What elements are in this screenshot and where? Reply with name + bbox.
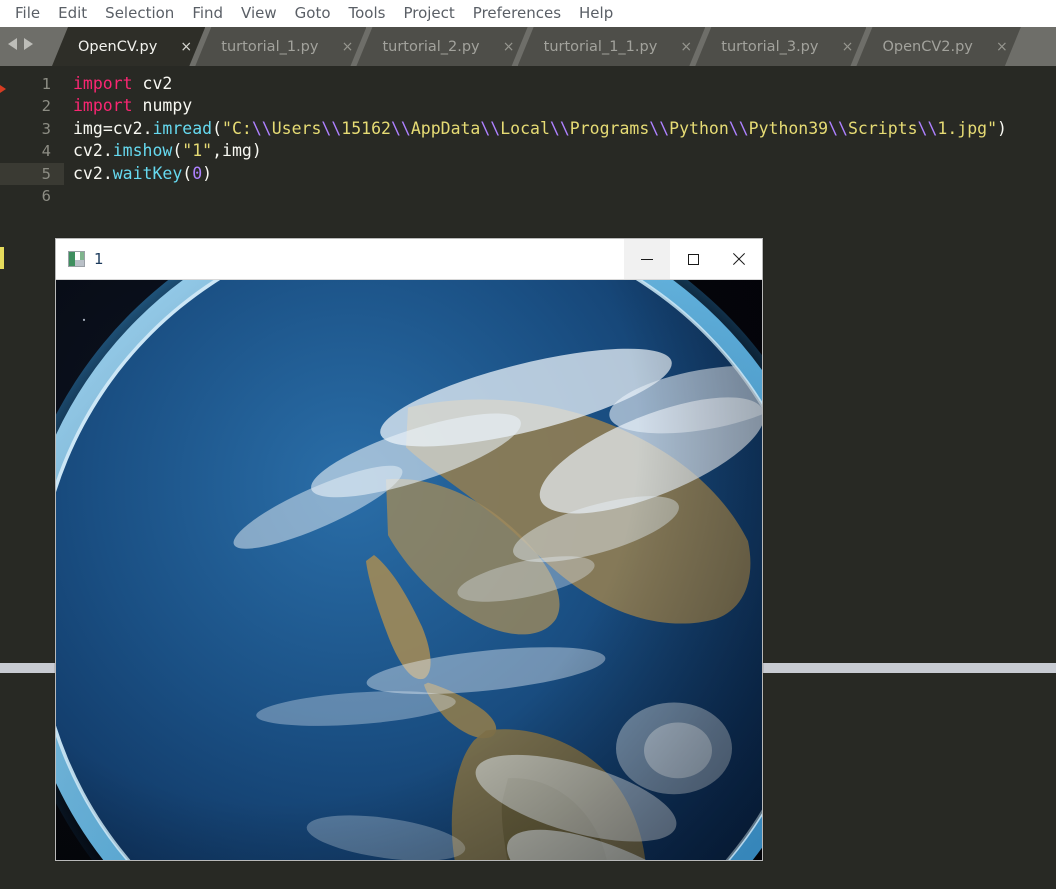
tab-navigation bbox=[8, 38, 33, 50]
menu-item-find[interactable]: Find bbox=[183, 0, 232, 27]
tab-label: turtorial_2.py bbox=[382, 38, 480, 55]
tab-label: turtorial_1.py bbox=[221, 38, 319, 55]
tab-opencv2-py[interactable]: OpenCV2.py × bbox=[856, 27, 1020, 66]
red-arrow-marker-icon bbox=[0, 85, 6, 93]
line-number: 1 bbox=[41, 75, 51, 93]
tab-list: OpenCV.py × turtorial_1.py × turtorial_2… bbox=[52, 27, 1011, 66]
close-button[interactable] bbox=[716, 239, 762, 279]
tab-turtorial-1-py[interactable]: turtorial_1.py × bbox=[195, 27, 366, 66]
triangle-right-icon[interactable] bbox=[24, 38, 33, 50]
minimize-icon bbox=[641, 258, 653, 260]
code-line-active[interactable]: 5 cv2.waitKey(0) bbox=[0, 162, 1056, 185]
code-line[interactable]: 6 bbox=[0, 185, 1056, 207]
menu-item-goto[interactable]: Goto bbox=[286, 0, 340, 27]
line-number: 2 bbox=[41, 97, 51, 116]
triangle-left-icon[interactable] bbox=[8, 38, 17, 50]
line-content: import numpy bbox=[73, 96, 193, 116]
line-number: 4 bbox=[41, 142, 51, 161]
close-icon[interactable]: × bbox=[179, 40, 193, 54]
close-icon[interactable]: × bbox=[995, 40, 1009, 54]
menu-item-selection[interactable]: Selection bbox=[96, 0, 183, 27]
menu-item-view[interactable]: View bbox=[232, 0, 286, 27]
tab-opencv-py[interactable]: OpenCV.py × bbox=[52, 27, 205, 66]
line-number: 6 bbox=[41, 186, 51, 205]
line-content bbox=[64, 185, 73, 207]
globe-surface bbox=[56, 280, 762, 860]
window-title-bar[interactable]: 1 bbox=[56, 239, 762, 279]
menu-item-help[interactable]: Help bbox=[570, 0, 622, 27]
tab-turtorial-1-1-py[interactable]: turtorial_1_1.py × bbox=[518, 27, 706, 66]
code-line[interactable]: 4 cv2.imshow("1",img) bbox=[0, 140, 1056, 162]
menu-item-tools[interactable]: Tools bbox=[340, 0, 395, 27]
menu-item-file[interactable]: File bbox=[6, 0, 49, 27]
code-line[interactable]: 3 img=cv2.imread("C:\\Users\\15162\\AppD… bbox=[0, 118, 1056, 140]
tab-bar: OpenCV.py × turtorial_1.py × turtorial_2… bbox=[0, 27, 1056, 66]
globe-shading bbox=[56, 280, 762, 860]
line-content: img=cv2.imread("C:\\Users\\15162\\AppDat… bbox=[73, 118, 1007, 138]
close-icon bbox=[733, 253, 746, 266]
close-icon[interactable]: × bbox=[340, 40, 354, 54]
close-icon[interactable]: × bbox=[502, 40, 516, 54]
tab-turtorial-2-py[interactable]: turtorial_2.py × bbox=[356, 27, 527, 66]
code-area[interactable]: 1 import cv2 2 import numpy 3 img=cv2.im… bbox=[0, 66, 1056, 207]
tab-label: OpenCV2.py bbox=[882, 38, 973, 55]
image-file-icon bbox=[68, 251, 85, 267]
sublime-text-window: File Edit Selection Find View Goto Tools… bbox=[0, 0, 1056, 889]
menu-bar: File Edit Selection Find View Goto Tools… bbox=[0, 0, 1056, 27]
window-title: 1 bbox=[94, 250, 104, 268]
line-number: 5 bbox=[0, 162, 64, 185]
minimize-button[interactable] bbox=[624, 239, 670, 279]
tab-label: OpenCV.py bbox=[78, 38, 158, 55]
tab-label: turtorial_1_1.py bbox=[543, 38, 658, 55]
line-content: cv2.waitKey(0) bbox=[73, 163, 213, 183]
maximize-button[interactable] bbox=[670, 239, 716, 279]
tab-label: turtorial_3.py bbox=[721, 38, 819, 55]
line-number: 3 bbox=[41, 119, 51, 138]
tab-turtorial-3-py[interactable]: turtorial_3.py × bbox=[695, 27, 866, 66]
close-icon[interactable]: × bbox=[840, 40, 854, 54]
maximize-icon bbox=[687, 253, 699, 265]
image-canvas bbox=[56, 279, 762, 860]
menu-item-edit[interactable]: Edit bbox=[49, 0, 96, 27]
close-icon[interactable]: × bbox=[679, 40, 693, 54]
image-viewer-window: 1 bbox=[55, 238, 763, 861]
menu-item-project[interactable]: Project bbox=[394, 0, 463, 27]
line-content: import cv2 bbox=[73, 74, 173, 93]
window-controls bbox=[624, 239, 762, 279]
yellow-bar-marker-icon bbox=[0, 247, 4, 269]
earth-photo bbox=[56, 280, 762, 860]
menu-item-preferences[interactable]: Preferences bbox=[464, 0, 570, 27]
code-line[interactable]: 1 import cv2 bbox=[0, 73, 1056, 95]
line-content: cv2.imshow("1",img) bbox=[73, 141, 262, 161]
code-line[interactable]: 2 import numpy bbox=[0, 95, 1056, 117]
